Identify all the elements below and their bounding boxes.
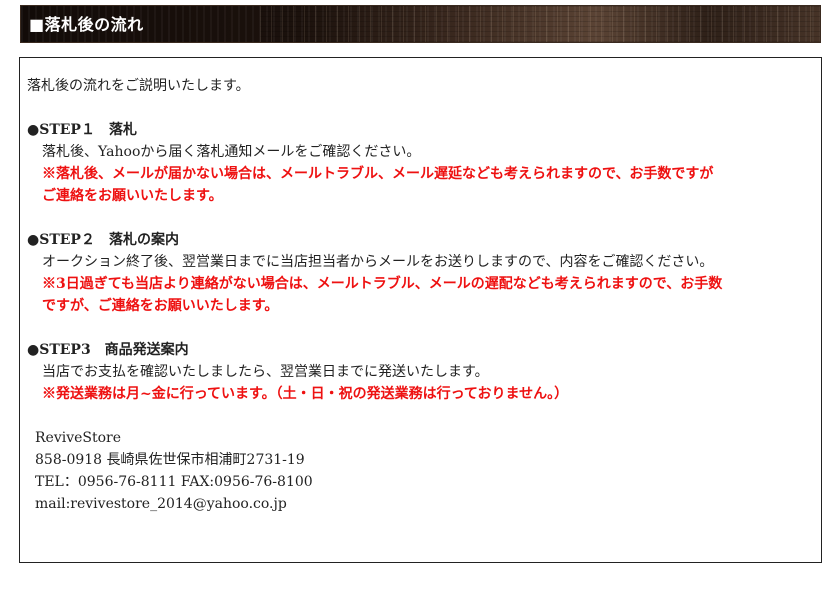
- section-title: ■落札後の流れ: [29, 15, 144, 34]
- step2-title: ●STEP２ 落札の案内: [27, 232, 179, 248]
- store-phone-fax: TEL：0956-76-8111 FAX:0956-76-8100: [35, 474, 313, 490]
- store-address: 858-0918 長崎県佐世保市相浦町2731-19: [35, 452, 305, 468]
- step1-note-line2: ご連絡をお願いいたします。: [42, 188, 223, 204]
- content-panel: 落札後の流れをご説明いたします。 ●STEP１ 落札 落札後、Yahooから届く…: [19, 57, 822, 563]
- store-email[interactable]: mail:revivestore_2014@yahoo.co.jp: [35, 494, 287, 514]
- section-header-bar: ■落札後の流れ: [20, 5, 821, 43]
- intro-text: 落札後の流れをご説明いたします。: [27, 78, 250, 94]
- step3-title: ●STEP3 商品発送案内: [27, 342, 189, 358]
- step1-note-line1: ※落札後、メールが届かない場合は、メールトラブル、メール遅延なども考えられますの…: [42, 166, 714, 182]
- step2-note-line1: ※3日過ぎても当店より連絡がない場合は、メールトラブル、メールの遅配なども考えら…: [42, 276, 723, 292]
- step2-line: オークション終了後、翌営業日までに当店担当者からメールをお送りしますので、内容を…: [42, 254, 714, 270]
- step3-note-line1: ※発送業務は月~金に行っています。（土・日・祝の発送業務は行っておりません。）: [42, 386, 569, 402]
- step1-title: ●STEP１ 落札: [27, 122, 137, 138]
- step1-line: 落札後、Yahooから届く落札通知メールをご確認ください。: [42, 144, 421, 160]
- step2-note-line2: ですが、ご連絡をお願いいたします。: [42, 298, 279, 314]
- store-name: ReviveStore: [35, 430, 122, 446]
- step3-line: 当店でお支払を確認いたしましたら、翌営業日までに発送いたします。: [42, 364, 489, 380]
